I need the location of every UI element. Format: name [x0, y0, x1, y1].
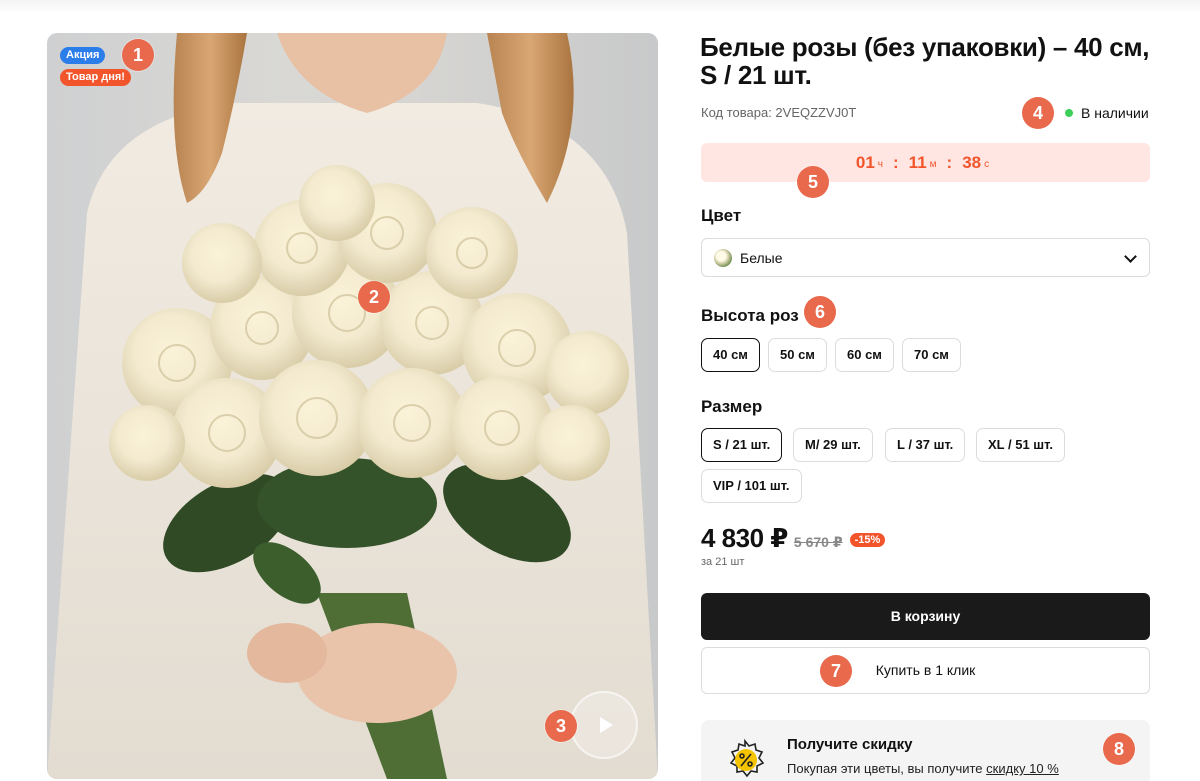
promo-text: Покупая эти цветы, вы получите скидку 10… [787, 761, 1059, 776]
deal-of-day-badge: Товар дня! [60, 69, 131, 86]
height-option-50[interactable]: 50 см [768, 338, 827, 372]
color-label: Цвет [701, 206, 742, 225]
size-label: Размер [701, 397, 763, 416]
marker-5: 5 [797, 166, 829, 198]
current-price: 4 830 ₽ [701, 523, 788, 553]
price-block: 4 830 ₽ 5 670 ₽ -15% [701, 523, 886, 554]
product-title: Белые розы (без упаковки) – 40 см, S / 2… [700, 32, 1150, 90]
size-option-m[interactable]: M/ 29 шт. [793, 428, 873, 462]
size-option-s[interactable]: S / 21 шт. [701, 428, 783, 462]
buy-one-click-button[interactable]: Купить в 1 клик [701, 647, 1150, 694]
timer-hours: 01 [855, 152, 875, 172]
discount-badge: -15% [849, 533, 886, 547]
timer-hours-unit: ч [877, 159, 883, 170]
discount-promo-card: Получите скидку Покупая эти цветы, вы по… [701, 720, 1150, 781]
add-to-cart-button[interactable]: В корзину [701, 593, 1150, 640]
timer-minutes: 11 [908, 152, 927, 172]
color-swatch-icon [714, 248, 732, 267]
countdown-timer: 01 ч : 11 м : 38 с [701, 143, 1150, 182]
play-icon [599, 717, 613, 733]
stock-status-label: В наличии [1081, 105, 1149, 121]
promo-discount-link[interactable]: скидку 10 % [986, 761, 1059, 776]
bouquet-illustration [47, 33, 658, 779]
size-option-l[interactable]: L / 37 шт. [885, 428, 966, 462]
height-option-70[interactable]: 70 см [902, 338, 961, 372]
play-video-button[interactable] [570, 691, 638, 759]
sale-badge: Акция [60, 47, 106, 64]
discount-percent-icon [729, 738, 765, 778]
height-option-40[interactable]: 40 см [701, 338, 760, 372]
marker-8: 8 [1103, 733, 1135, 765]
marker-7: 7 [820, 655, 852, 687]
timer-seconds-unit: с [984, 159, 990, 170]
color-select[interactable]: Белые [701, 238, 1150, 277]
product-image[interactable]: Акция Товар дня! [47, 33, 658, 779]
size-option-vip[interactable]: VIP / 101 шт. [701, 469, 802, 503]
marker-1: 1 [122, 39, 154, 71]
price-per-quantity: за 21 шт [701, 556, 745, 568]
stock-status: В наличии [1065, 105, 1149, 121]
timer-separator: : [946, 152, 953, 172]
height-label: Высота роз [701, 306, 799, 325]
size-option-xl[interactable]: XL / 51 шт. [976, 428, 1065, 462]
timer-seconds: 38 [962, 152, 982, 172]
product-sku: Код товара: 2VEQZZVJ0T [701, 105, 857, 120]
timer-minutes-unit: м [929, 159, 937, 170]
chevron-down-icon [1124, 250, 1137, 263]
color-selected-value: Белые [740, 249, 783, 266]
timer-separator: : [893, 152, 899, 172]
in-stock-dot-icon [1065, 109, 1073, 117]
old-price: 5 670 ₽ [793, 534, 843, 550]
promo-text-body: Покупая эти цветы, вы получите [787, 761, 987, 776]
marker-6: 6 [804, 296, 836, 328]
height-option-60[interactable]: 60 см [835, 338, 894, 372]
marker-3: 3 [545, 710, 577, 742]
marker-2: 2 [358, 281, 390, 313]
marker-4: 4 [1022, 97, 1054, 129]
promo-title: Получите скидку [787, 736, 913, 753]
top-shadow [0, 0, 1200, 14]
